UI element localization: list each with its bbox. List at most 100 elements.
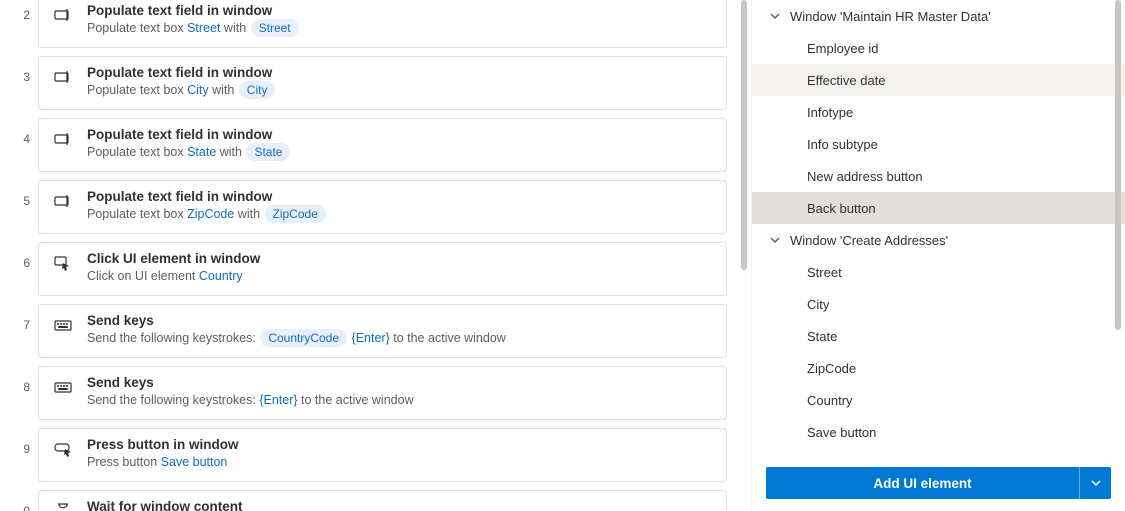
step-desc-prefix: Click on UI element bbox=[87, 269, 199, 283]
step-desc-link[interactable]: Country bbox=[199, 269, 243, 283]
step-title: Populate text field in window bbox=[87, 65, 712, 80]
step-row: 7 Send keys Send the following keystrokes:… bbox=[0, 300, 751, 362]
step-row: 2 Populate text field in windowPopulate t… bbox=[0, 0, 751, 52]
step-number: 9 bbox=[23, 424, 30, 456]
tree-window-header[interactable]: Window 'Create Addresses' bbox=[752, 224, 1125, 256]
tree-item-label: State bbox=[807, 329, 837, 344]
tree-item-label: Info subtype bbox=[807, 137, 878, 152]
step-desc-prefix: Press button bbox=[87, 455, 161, 469]
step-title: Wait for window content bbox=[87, 499, 712, 511]
step-number-column: 9 bbox=[0, 424, 38, 456]
step-card[interactable]: Click UI element in windowClick on UI el… bbox=[38, 242, 727, 296]
step-desc-prefix: Populate text box bbox=[87, 83, 187, 97]
chevron-down-icon[interactable] bbox=[766, 7, 784, 25]
step-card[interactable]: Press button in windowPress button Save … bbox=[38, 428, 727, 482]
step-number: 2 bbox=[23, 0, 30, 22]
tree-item-label: Window 'Maintain HR Master Data' bbox=[790, 9, 991, 24]
step-desc-link[interactable]: State bbox=[187, 145, 216, 159]
add-ui-element-button[interactable]: Add UI element bbox=[766, 467, 1079, 499]
tree-element-item[interactable]: City bbox=[752, 288, 1125, 320]
step-desc-link[interactable]: Save button bbox=[161, 455, 228, 469]
step-description: Press button Save button bbox=[87, 453, 712, 471]
tree-item-label: Infotype bbox=[807, 105, 853, 120]
right-scrollbar-thumb[interactable] bbox=[1115, 0, 1121, 330]
chevron-down-icon[interactable] bbox=[766, 231, 784, 249]
step-number-column: 0 bbox=[0, 486, 38, 511]
button-press-icon bbox=[53, 439, 73, 459]
ui-elements-panel: Window 'Maintain HR Master Data' Employee… bbox=[751, 0, 1125, 511]
step-number: 4 bbox=[23, 114, 30, 146]
step-description: Populate text box City with City bbox=[87, 81, 712, 99]
right-scrollbar[interactable] bbox=[1115, 0, 1121, 459]
step-title: Send keys bbox=[87, 375, 712, 390]
left-scrollbar-thumb[interactable] bbox=[741, 0, 747, 270]
tree-element-item[interactable]: Country bbox=[752, 384, 1125, 416]
step-number-column: 3 bbox=[0, 52, 38, 84]
step-card[interactable]: Send keysSend the following keystrokes: … bbox=[38, 304, 727, 358]
step-desc-prefix: Populate text box bbox=[87, 207, 187, 221]
left-scrollbar[interactable] bbox=[741, 0, 747, 511]
tree-element-item[interactable]: ZipCode bbox=[752, 352, 1125, 384]
variable-pill[interactable]: City bbox=[239, 81, 276, 99]
step-number-column: 4 bbox=[0, 114, 38, 146]
step-title: Populate text field in window bbox=[87, 189, 712, 204]
chevron-down-icon bbox=[1090, 477, 1102, 489]
step-description: Populate text box State with State bbox=[87, 143, 712, 161]
step-desc-link[interactable]: Street bbox=[187, 21, 220, 35]
tree-element-item[interactable]: Employee id bbox=[752, 32, 1125, 64]
step-row: 6Click UI element in windowClick on UI e… bbox=[0, 238, 751, 300]
step-card[interactable]: Populate text field in windowPopulate te… bbox=[38, 0, 727, 48]
step-desc-link[interactable]: ZipCode bbox=[187, 207, 234, 221]
step-number-column: 7 bbox=[0, 300, 38, 332]
step-title: Populate text field in window bbox=[87, 127, 712, 142]
step-desc-mid: with bbox=[234, 207, 263, 221]
add-ui-element-dropdown[interactable] bbox=[1079, 467, 1111, 499]
ui-elements-scroll[interactable]: Window 'Maintain HR Master Data' Employee… bbox=[752, 0, 1125, 459]
tree-element-item[interactable]: Street bbox=[752, 256, 1125, 288]
flow-steps-scroll[interactable]: 2Populate text field in windowPopulate t… bbox=[0, 0, 751, 511]
step-description: Populate text box ZipCode with ZipCode bbox=[87, 205, 712, 223]
step-card[interactable]: Populate text field in windowPopulate te… bbox=[38, 56, 727, 110]
step-description: Click on UI element Country bbox=[87, 267, 712, 285]
variable-pill[interactable]: CountryCode bbox=[260, 329, 347, 347]
tree-element-item[interactable]: State bbox=[752, 320, 1125, 352]
tree-element-item[interactable]: Infotype bbox=[752, 96, 1125, 128]
step-number: 6 bbox=[23, 238, 30, 270]
step-title: Press button in window bbox=[87, 437, 712, 452]
tree-item-label: ZipCode bbox=[807, 361, 856, 376]
textbox-icon bbox=[53, 129, 73, 149]
tree-item-label: Effective date bbox=[807, 73, 886, 88]
step-desc-suffix: to the active window bbox=[298, 393, 414, 407]
step-title: Click UI element in window bbox=[87, 251, 712, 266]
step-title: Send keys bbox=[87, 313, 712, 328]
click-icon-wrap bbox=[53, 253, 73, 273]
tree-element-item[interactable]: Info subtype bbox=[752, 128, 1125, 160]
step-card[interactable]: Populate text field in windowPopulate te… bbox=[38, 180, 727, 234]
tree-element-item[interactable]: Effective date bbox=[752, 64, 1125, 96]
tree-element-item[interactable]: Back button bbox=[752, 192, 1125, 224]
textbox-icon bbox=[53, 191, 73, 211]
textfield-icon-wrap bbox=[53, 191, 73, 211]
variable-pill[interactable]: Street bbox=[251, 19, 299, 37]
step-desc-mid: with bbox=[220, 21, 249, 35]
tree-item-label: Save button bbox=[807, 425, 876, 440]
step-card[interactable]: Populate text field in windowPopulate te… bbox=[38, 118, 727, 172]
variable-pill[interactable]: ZipCode bbox=[265, 205, 326, 223]
flow-steps-panel: 2Populate text field in windowPopulate t… bbox=[0, 0, 751, 511]
tree-item-label: Country bbox=[807, 393, 853, 408]
tree-element-item[interactable]: Save button bbox=[752, 416, 1125, 448]
step-number: 5 bbox=[23, 176, 30, 208]
variable-pill[interactable]: State bbox=[246, 143, 290, 161]
step-row: 0Wait for window contentWait for UI elem… bbox=[0, 486, 751, 511]
add-ui-element-label: Add UI element bbox=[873, 476, 971, 491]
step-desc-link[interactable]: City bbox=[187, 83, 209, 97]
step-number: 8 bbox=[23, 362, 30, 394]
step-desc-prefix: Send the following keystrokes: bbox=[87, 331, 259, 345]
tree-window-header[interactable]: Window 'Maintain HR Master Data' bbox=[752, 0, 1125, 32]
hourglass-icon bbox=[53, 501, 73, 511]
step-card[interactable]: Send keysSend the following keystrokes: … bbox=[38, 366, 727, 420]
tree-element-item[interactable]: New address button bbox=[752, 160, 1125, 192]
textfield-icon-wrap bbox=[53, 67, 73, 87]
wait-icon-wrap bbox=[53, 501, 73, 511]
step-card[interactable]: Wait for window contentWait for UI eleme… bbox=[38, 490, 727, 511]
